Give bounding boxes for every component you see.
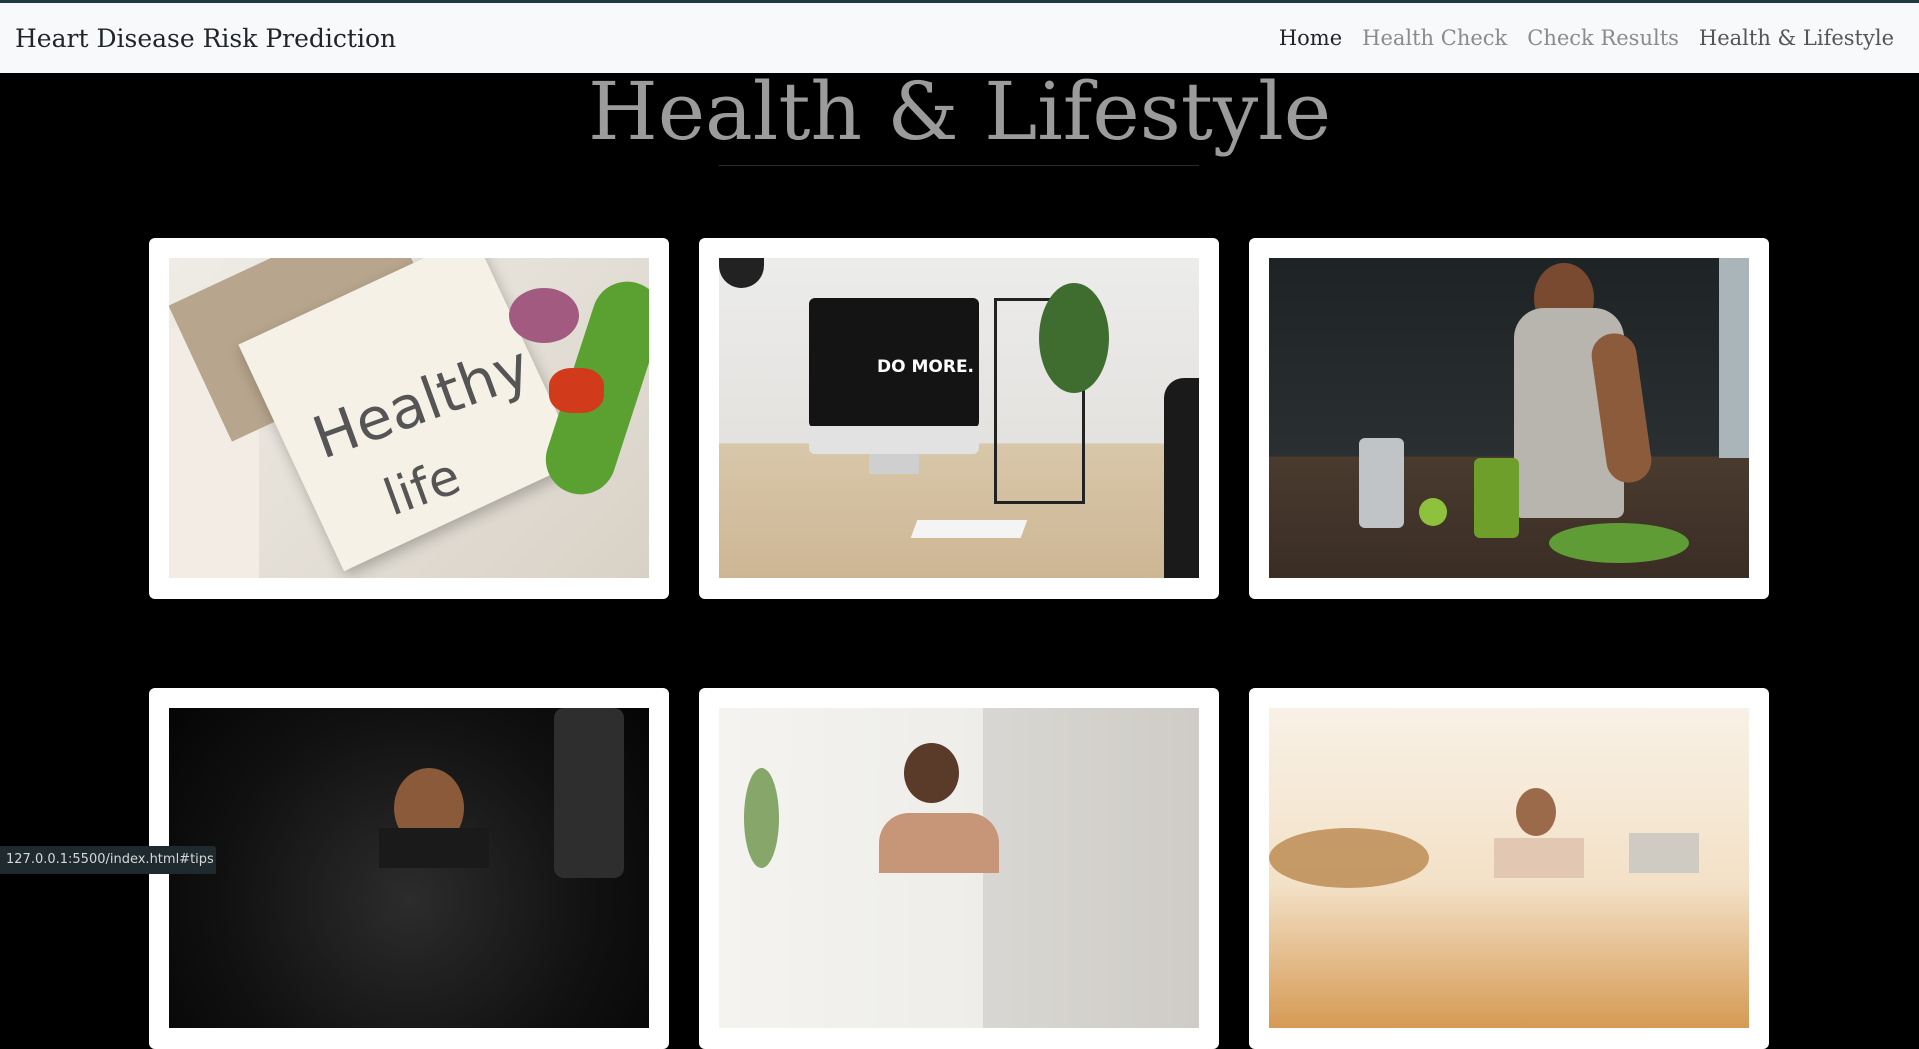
title-divider (719, 165, 1199, 166)
chair-shape (1164, 378, 1199, 578)
blender-shape (1359, 438, 1404, 528)
lifestyle-card-6[interactable] (1249, 688, 1769, 1049)
lifestyle-card-4[interactable] (149, 688, 669, 1049)
nav-health-check[interactable]: Health Check (1362, 26, 1507, 50)
nav-check-results[interactable]: Check Results (1527, 26, 1679, 50)
navbar-brand[interactable]: Heart Disease Risk Prediction (15, 24, 396, 53)
lifestyle-card-2[interactable]: DO MORE. (699, 238, 1219, 599)
man-cooking-image (1269, 258, 1749, 578)
section-title: Health & Lifestyle (587, 65, 1332, 158)
top-shape (379, 828, 489, 868)
smoothie-shape (1474, 458, 1519, 538)
woman-gym-image (169, 708, 649, 1028)
building-shape (1629, 833, 1699, 873)
lamp-shape (719, 258, 764, 288)
shirt-shape (879, 813, 999, 873)
nav-links: Home Health Check Check Results Health &… (1279, 26, 1904, 50)
onion-shape (509, 288, 579, 343)
window-shape (1719, 258, 1749, 458)
plant-shape (744, 768, 779, 868)
lifestyle-card-3[interactable] (1249, 238, 1769, 599)
woman-reading-image (719, 708, 1199, 1028)
lifestyle-card-1[interactable]: Healthy life (149, 238, 669, 599)
keyboard-shape (910, 520, 1028, 538)
desk-workspace-image: DO MORE. (719, 258, 1199, 578)
monitor-stand (869, 454, 919, 474)
greens-shape (1549, 523, 1689, 563)
nav-health-lifestyle[interactable]: Health & Lifestyle (1699, 26, 1894, 50)
trees-shape (1269, 828, 1429, 888)
navbar: Heart Disease Risk Prediction Home Healt… (0, 3, 1919, 73)
head-shape (1516, 788, 1556, 836)
head-shape (904, 743, 959, 803)
lifestyle-card-5[interactable] (699, 688, 1219, 1049)
red-pepper-shape (549, 368, 604, 413)
healthy-life-notebook-image: Healthy life (169, 258, 649, 578)
woman-outdoors-image (1269, 708, 1749, 1028)
monitor-chin (809, 426, 979, 454)
punching-bag-shape (554, 708, 624, 878)
lime-shape (1419, 498, 1447, 526)
shirt-shape (1494, 838, 1584, 878)
monitor-text: DO MORE. (877, 357, 975, 377)
plant-shape (1039, 283, 1109, 393)
status-bar-url: 127.0.0.1:5500/index.html#tips (0, 846, 216, 874)
nav-home[interactable]: Home (1279, 26, 1342, 50)
